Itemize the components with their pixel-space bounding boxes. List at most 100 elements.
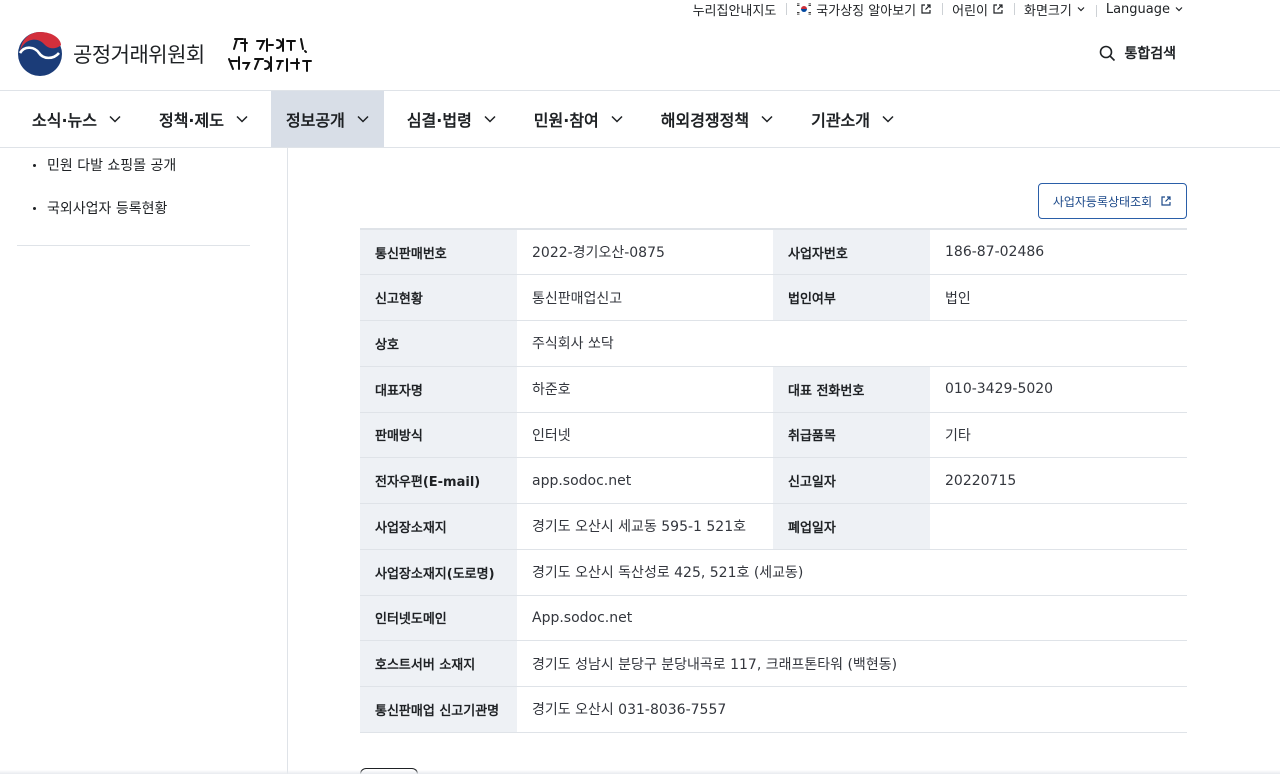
- gnb-item-about[interactable]: 기관소개: [796, 91, 909, 147]
- table-row: 사업장소재지 경기도 오산시 세교동 595-1 521호 폐업일자: [360, 503, 1187, 550]
- government-emblem-icon: [18, 32, 62, 76]
- gnb-label: 소식·뉴스: [32, 111, 97, 130]
- label-mail-order-number: 통신판매번호: [360, 229, 517, 275]
- kids-link[interactable]: 어린이: [942, 0, 1014, 19]
- gnb-label: 정책·제도: [158, 111, 224, 130]
- screen-size-label: 화면크기: [1024, 3, 1072, 19]
- value-representative: 하준호: [532, 382, 571, 399]
- value-host-server-location: 경기도 성남시 분당구 분당내곡로 117, 크래프톤타워 (백현동): [532, 656, 898, 673]
- label-closure-date: 폐업일자: [773, 503, 930, 550]
- value-internet-domain: App.sodoc.net: [532, 609, 633, 626]
- label-host-server-location: 호스트서버 소재지: [360, 640, 517, 687]
- chevron-down-icon: [611, 115, 623, 123]
- slogan-calligraphy-icon: [227, 38, 312, 72]
- utility-bar: 누리집안내지도 국가상징 알아보기 어린이 화면크기 Language: [683, 0, 1184, 19]
- chevron-down-icon: [882, 115, 894, 123]
- value-item-category: 기타: [945, 427, 971, 444]
- external-link-icon: [1161, 196, 1171, 206]
- label-internet-domain: 인터넷도메인: [360, 595, 517, 641]
- table-row: 통신판매번호 2022-경기오산-0875 사업자번호 186-87-02486: [360, 229, 1187, 275]
- label-reporting-agency: 통신판매업 신고기관명: [360, 686, 517, 733]
- lnb-item-foreign-business[interactable]: 국외사업자 등록현황: [33, 197, 167, 219]
- lnb-label: 국외사업자 등록현황: [47, 201, 168, 217]
- search-label: 통합검색: [1124, 46, 1176, 62]
- value-closure-date: [930, 504, 1187, 550]
- bullet: [33, 206, 36, 210]
- table-row: 전자우편(E-mail) app.sodoc.net 신고일자 20220715: [360, 457, 1187, 504]
- chevron-down-icon: [761, 115, 773, 123]
- national-symbol-link[interactable]: 국가상징 알아보기: [786, 0, 942, 19]
- status-button-label: 사업자등록상태조회: [1052, 194, 1153, 209]
- business-info-table: 통신판매번호 2022-경기오산-0875 사업자번호 186-87-02486…: [360, 228, 1187, 733]
- gnb-label: 민원·참여: [533, 111, 599, 130]
- sitemap-label: 누리집안내지도: [692, 3, 777, 19]
- chevron-down-icon: [484, 115, 496, 123]
- gnb-item-info-disclosure[interactable]: 정보공개: [270, 91, 384, 147]
- label-representative: 대표자명: [360, 366, 517, 412]
- label-business-number: 사업자번호: [773, 229, 930, 275]
- main-navigation: 소식·뉴스 정책·제도 정보공개 심결·법령 민원·참여 해외경쟁정책 기관소개: [0, 90, 1280, 148]
- label-item-category: 취급품목: [773, 412, 930, 458]
- chevron-down-icon: [236, 115, 248, 123]
- value-company-name: 주식회사 쏘닥: [532, 336, 614, 353]
- lnb-item-complaint-malls[interactable]: 민원 다발 쇼핑몰 공개: [33, 154, 176, 176]
- lnb-label: 민원 다발 쇼핑몰 공개: [47, 158, 177, 174]
- label-business-address: 사업장소재지: [360, 503, 517, 550]
- gnb-item-civil-participation[interactable]: 민원·참여: [519, 91, 638, 147]
- business-status-check-button[interactable]: 사업자등록상태조회: [1038, 183, 1187, 219]
- national-symbol-label: 국가상징 알아보기: [816, 3, 917, 19]
- search-icon: [1100, 45, 1116, 61]
- value-business-number: 186-87-02486: [945, 244, 1045, 261]
- gnb-item-news[interactable]: 소식·뉴스: [17, 91, 136, 147]
- table-row: 상호 주식회사 쏘닥: [360, 320, 1187, 367]
- value-business-address: 경기도 오산시 세교동 595-1 521호: [532, 519, 747, 536]
- label-report-date: 신고일자: [773, 457, 930, 504]
- value-email: app.sodoc.net: [532, 472, 632, 489]
- table-row: 사업장소재지(도로명) 경기도 오산시 독산성로 425, 521호 (세교동): [360, 549, 1187, 595]
- language-label: Language: [1105, 1, 1170, 17]
- side-navigation: 민원 다발 쇼핑몰 공개 국외사업자 등록현황: [17, 148, 250, 246]
- gnb-item-overseas-competition[interactable]: 해외경쟁정책: [646, 91, 788, 147]
- value-report-date: 20220715: [945, 472, 1017, 489]
- gnb-label: 정보공개: [285, 111, 345, 130]
- sitemap-link[interactable]: 누리집안내지도: [683, 0, 787, 19]
- table-row: 대표자명 하준호 대표 전화번호 010-3429-5020: [360, 366, 1187, 412]
- bullet: [33, 163, 36, 167]
- value-representative-phone: 010-3429-5020: [945, 381, 1054, 398]
- gnb-label: 해외경쟁정책: [660, 111, 750, 130]
- value-road-address: 경기도 오산시 독산성로 425, 521호 (세교동): [532, 565, 804, 582]
- chevron-down-icon: [1077, 7, 1085, 12]
- kids-label: 어린이: [952, 3, 988, 19]
- gnb-item-policy[interactable]: 정책·제도: [144, 91, 263, 147]
- table-row: 인터넷도메인 App.sodoc.net: [360, 595, 1187, 641]
- value-report-status: 통신판매업신고: [532, 290, 623, 307]
- label-report-status: 신고현황: [360, 274, 517, 321]
- external-link-icon: [921, 4, 931, 14]
- bottom-edge: [0, 770, 1280, 774]
- chevron-down-icon: [357, 115, 369, 123]
- gnb-item-decisions-laws[interactable]: 심결·법령: [392, 91, 511, 147]
- language-dropdown[interactable]: Language: [1095, 1, 1184, 17]
- label-road-address: 사업장소재지(도로명): [360, 549, 517, 595]
- chevron-down-icon: [1175, 7, 1183, 12]
- site-name: 공정거래위원회: [73, 43, 205, 67]
- label-representative-phone: 대표 전화번호: [773, 366, 930, 412]
- value-corporation: 법인: [945, 290, 971, 307]
- taegukgi-flag-icon: [796, 2, 813, 16]
- table-row: 신고현황 통신판매업신고 법인여부 법인: [360, 274, 1187, 321]
- site-logo[interactable]: 공정거래위원회: [17, 31, 321, 77]
- gnb-label: 기관소개: [811, 111, 870, 130]
- gnb-label: 심결·법령: [406, 111, 472, 130]
- value-mail-order-number: 2022-경기오산-0875: [532, 245, 665, 262]
- value-reporting-agency: 경기도 오산시 031-8036-7557: [532, 702, 727, 719]
- external-link-icon: [993, 4, 1003, 14]
- label-email: 전자우편(E-mail): [360, 457, 517, 504]
- table-row: 판매방식 인터넷 취급품목 기타: [360, 412, 1187, 458]
- label-company-name: 상호: [360, 320, 517, 367]
- table-row: 통신판매업 신고기관명 경기도 오산시 031-8036-7557: [360, 686, 1187, 733]
- table-row: 호스트서버 소재지 경기도 성남시 분당구 분당내곡로 117, 크래프톤타워 …: [360, 640, 1187, 687]
- screen-size-dropdown[interactable]: 화면크기: [1014, 0, 1096, 19]
- label-corporation: 법인여부: [773, 274, 930, 321]
- integrated-search-button[interactable]: 통합검색: [1099, 43, 1176, 63]
- chevron-down-icon: [109, 115, 121, 123]
